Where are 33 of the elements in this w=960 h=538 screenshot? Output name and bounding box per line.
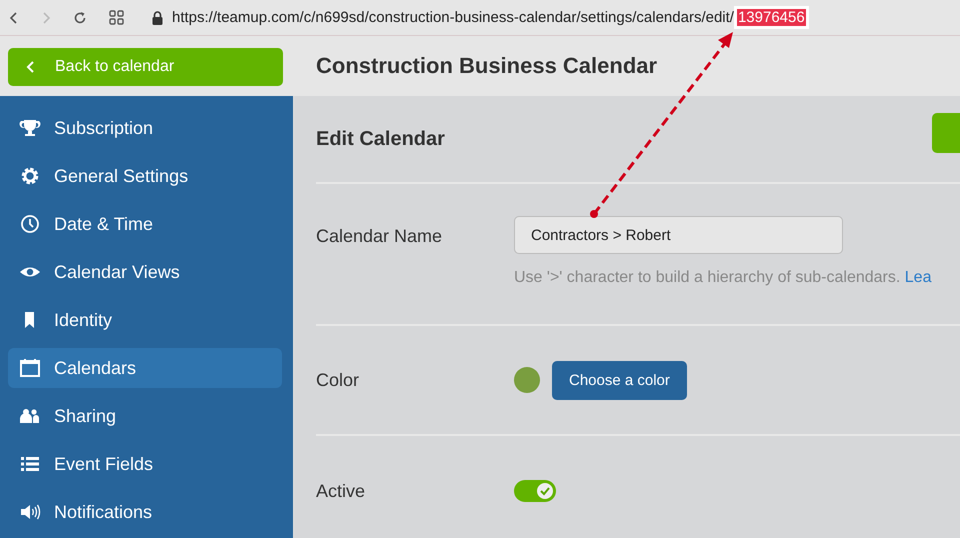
tab-grid-icon[interactable] [109, 10, 124, 25]
sidebar-item[interactable]: Notifications [8, 492, 282, 532]
calendar-icon [19, 358, 41, 378]
trophy-icon [19, 118, 41, 138]
check-icon [536, 482, 554, 500]
sidebar-item[interactable]: Sharing [8, 396, 282, 436]
section-title: Edit Calendar [316, 128, 445, 150]
speaker-icon [19, 502, 41, 522]
gear-icon [19, 166, 41, 186]
reload-icon[interactable] [73, 10, 87, 24]
calendar-name-field[interactable]: Contractors > Robert [514, 216, 843, 254]
back-icon[interactable] [9, 10, 19, 24]
choose-color-button[interactable]: Choose a color [552, 360, 687, 400]
address-url[interactable]: https://teamup.com/c/n699sd/construction-business-calendar/settings/calendars/edit/ [172, 9, 734, 26]
clock-icon [19, 214, 41, 234]
sidebar-item[interactable]: Event Fields [8, 444, 282, 484]
field-label: Calendar Name [316, 226, 444, 247]
field-label: Color [316, 370, 360, 390]
sidebar-item[interactable]: Calendars [8, 348, 282, 388]
highlighted-id: 13976456 [736, 9, 806, 26]
page-title: Construction Business Calendar [316, 53, 658, 79]
sidebar-item[interactable]: Date & Time [8, 204, 282, 244]
list-icon [19, 454, 41, 474]
sidebar-item[interactable]: Calendar Views [8, 252, 282, 292]
sidebar-item[interactable]: Identity [8, 300, 282, 340]
lock-icon [152, 10, 163, 24]
help-text: Use '>' character to build a hierarchy of sub-calendars. [514, 269, 900, 286]
people-icon [19, 406, 41, 426]
field-label: Active [316, 480, 366, 502]
sidebar-item[interactable]: Subscription [8, 108, 282, 148]
sidebar-item[interactable]: General Settings [8, 156, 282, 196]
chevron-left-icon [26, 60, 36, 74]
active-toggle[interactable] [514, 480, 556, 502]
